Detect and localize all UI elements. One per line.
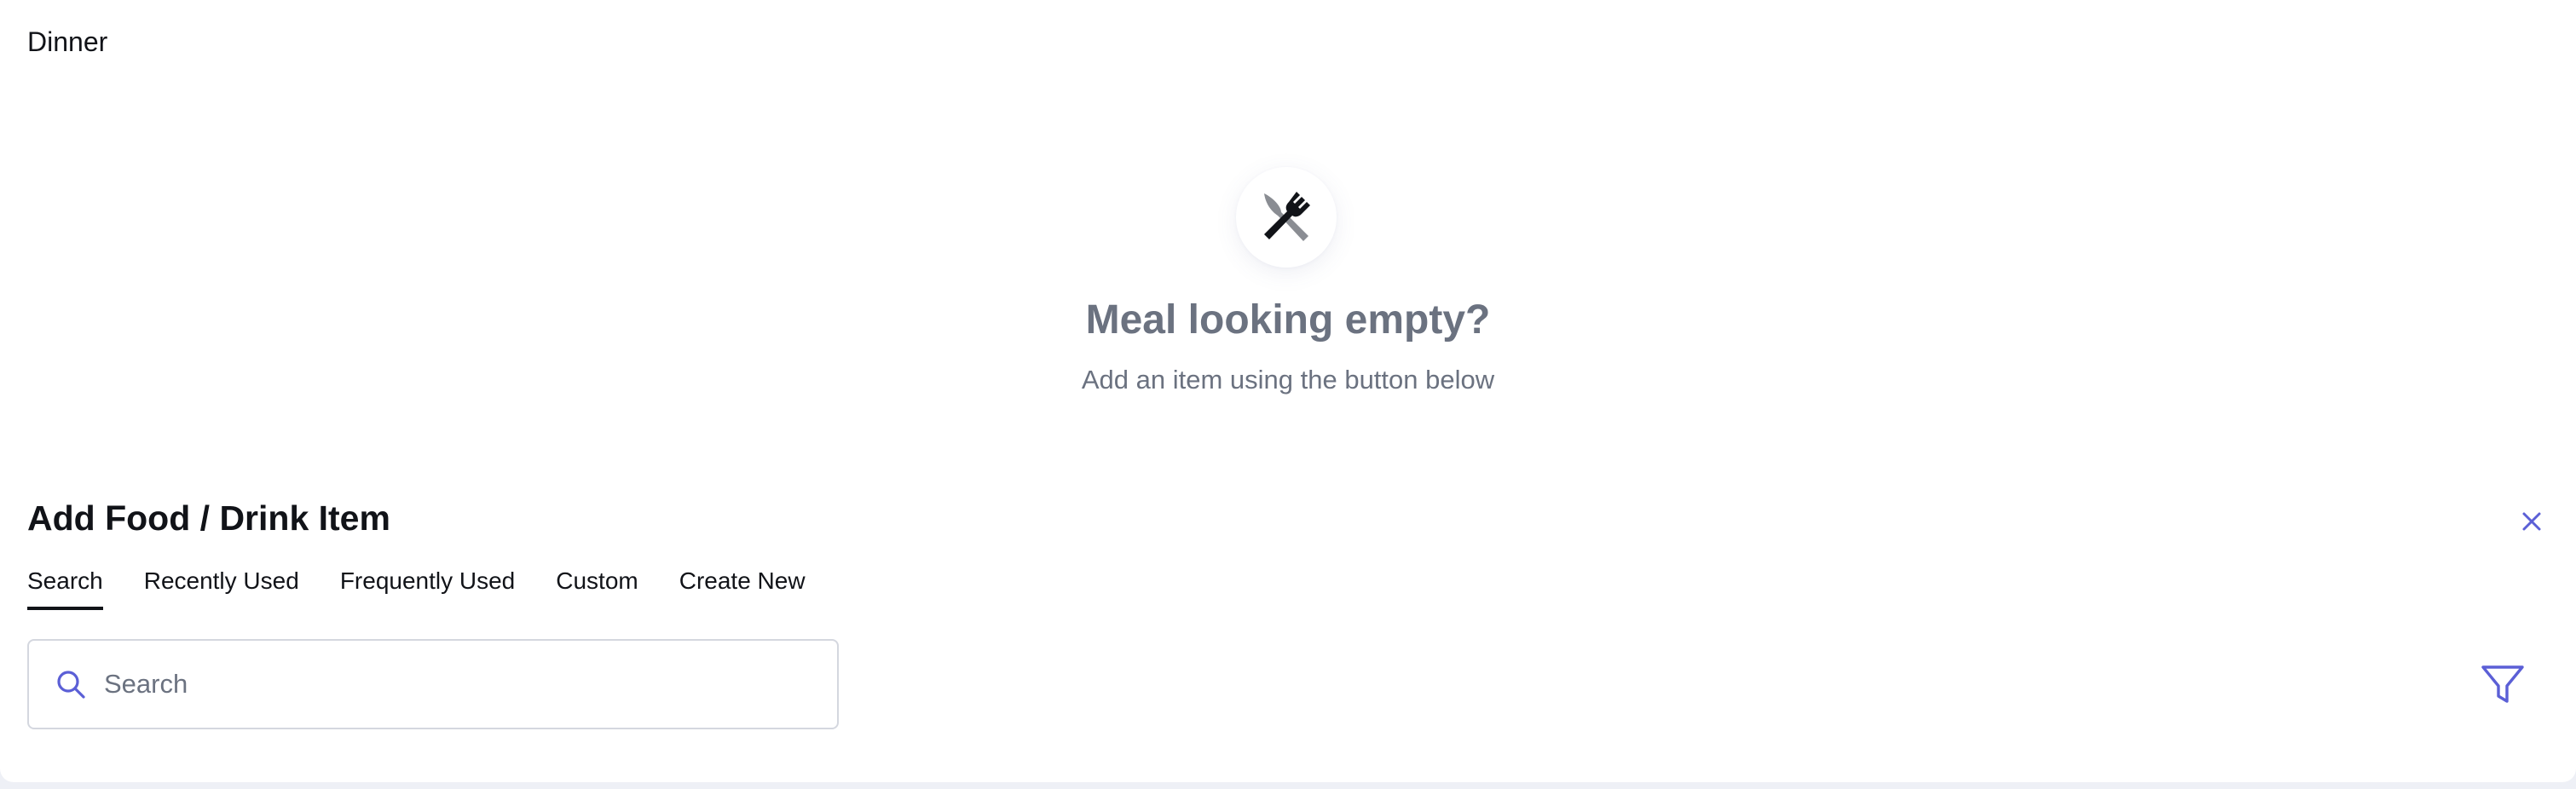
search-input[interactable] [102,668,805,700]
utensils-icon [1264,192,1310,241]
meal-title: Dinner [27,26,108,57]
empty-state-icon-badge [1236,167,1337,268]
tab-custom[interactable]: Custom [556,564,638,610]
add-item-panel-title: Add Food / Drink Item [27,498,390,538]
close-button[interactable] [2516,506,2547,537]
search-icon [55,668,87,700]
tab-create-new[interactable]: Create New [679,564,806,610]
close-icon [2522,512,2541,531]
search-field[interactable] [27,639,839,729]
tab-frequently-used[interactable]: Frequently Used [340,564,515,610]
empty-state-subtitle: Add an item using the button below [1081,365,1495,394]
tab-search[interactable]: Search [27,564,103,610]
tab-recently-used[interactable]: Recently Used [144,564,299,610]
meal-card: Dinner Meal looking empty? Add an item u… [0,0,2576,782]
empty-state-title: Meal looking empty? [1085,297,1491,343]
add-item-tabs: Search Recently Used Frequently Used Cus… [27,564,806,610]
filter-icon [2481,665,2524,703]
filter-button[interactable] [2477,661,2528,709]
